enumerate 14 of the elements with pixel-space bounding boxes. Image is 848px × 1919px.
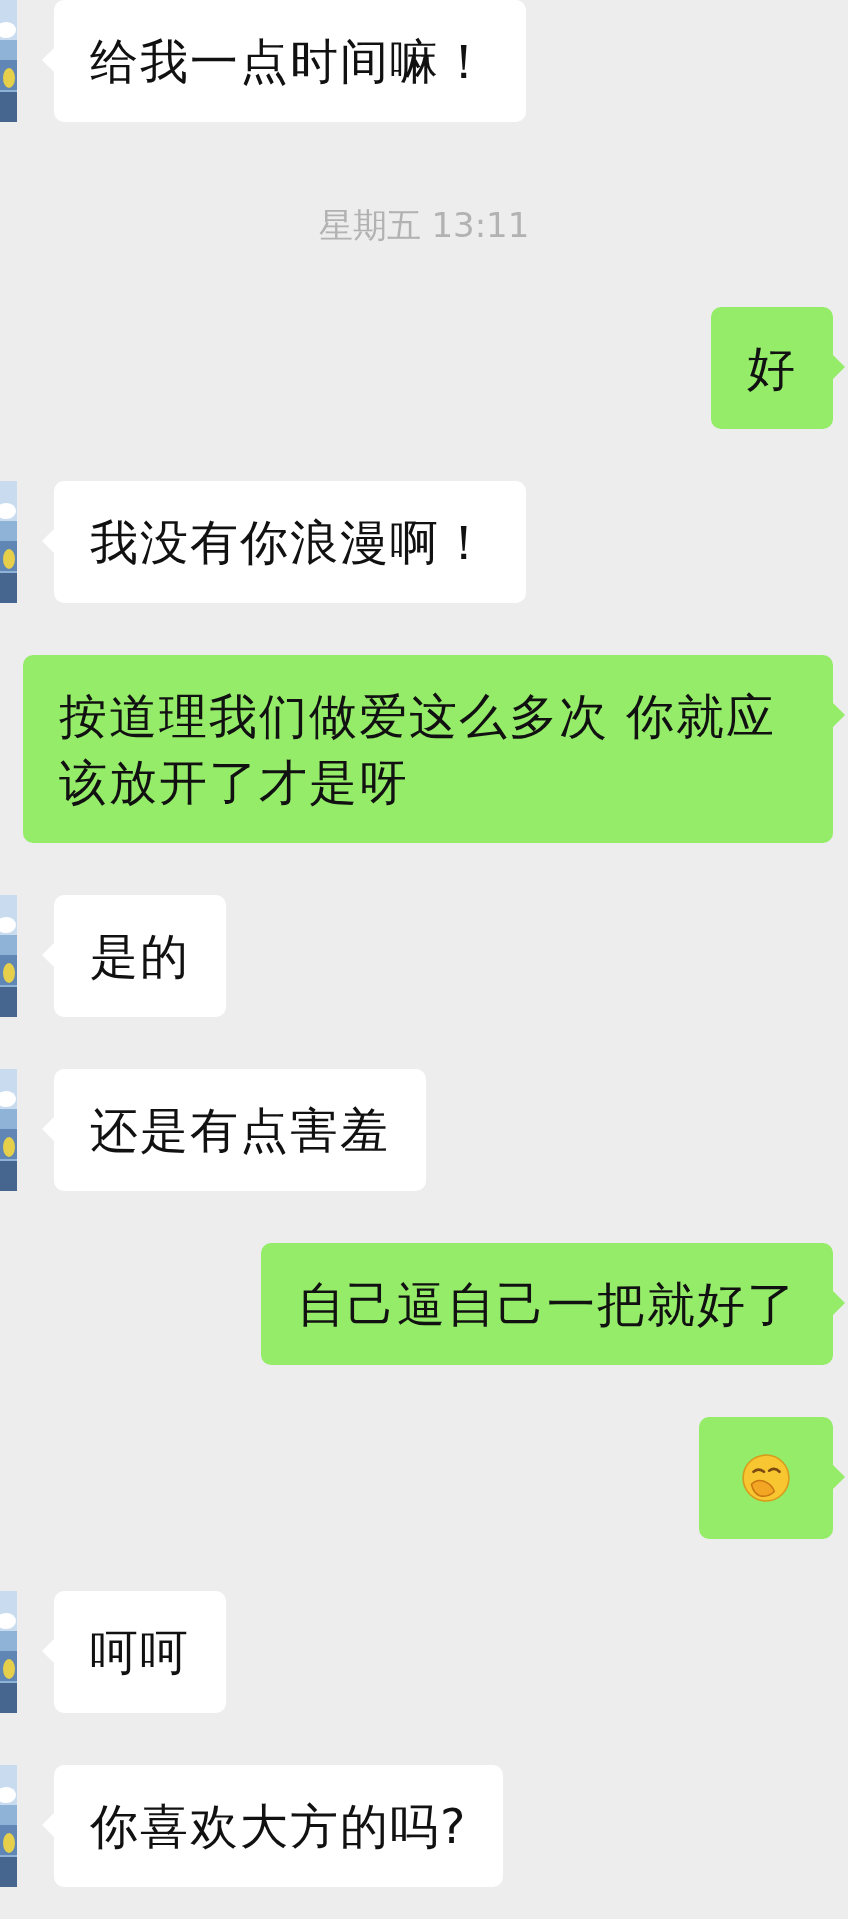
emoji-icon [741,1453,791,1503]
message-bubble: 是的 [54,895,226,1017]
message-bubble: 还是有点害羞 [54,1069,426,1191]
message-bubble: 按道理我们做爱这么多次 你就应该放开了才是呀 [23,655,833,843]
message-bubble: 你喜欢大方的吗? [54,1765,504,1887]
message-bubble: 给我一点时间嘛！ [54,0,526,122]
bubble-tail [833,1291,845,1315]
message-bubble: 好 [711,307,833,429]
timestamp: 星期五 13:11 [318,204,530,247]
message-bubble: 自己逼自己一把就好了 [261,1243,833,1365]
bubble-tail [833,703,845,727]
message-bubble: 我没有你浪漫啊！ [54,481,526,603]
bubble-tail [833,355,845,379]
message-bubble: 呵呵 [54,1591,226,1713]
